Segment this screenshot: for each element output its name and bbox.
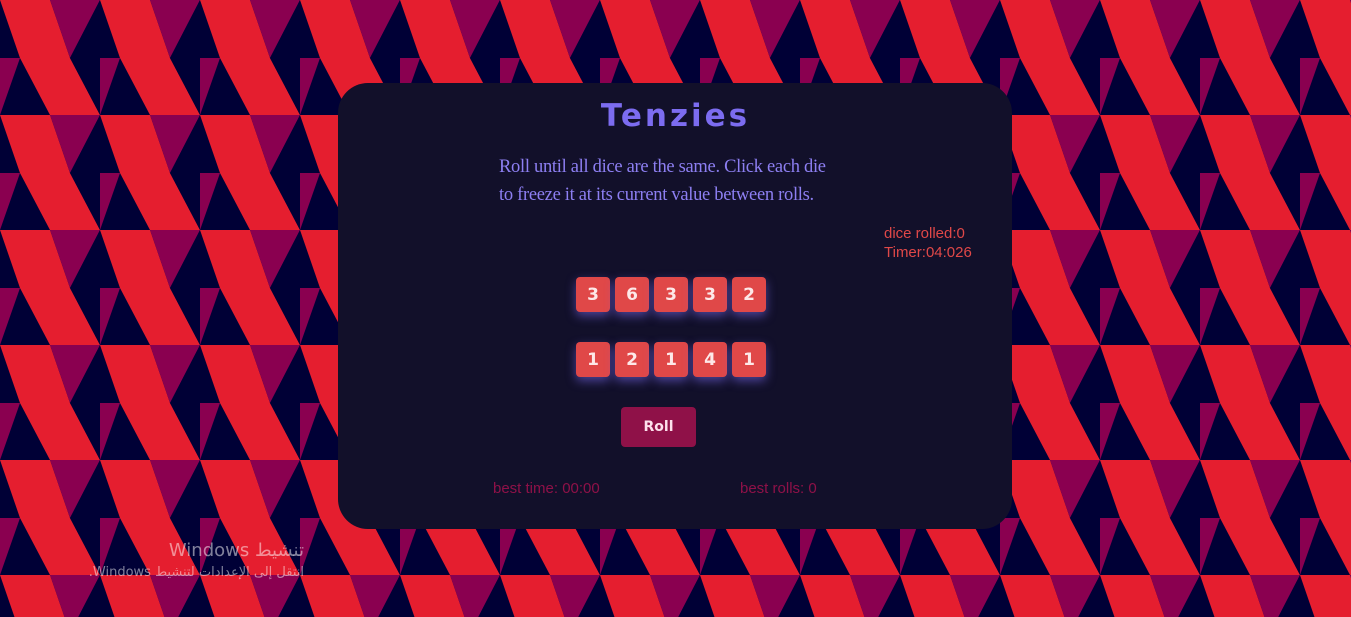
- instructions-text: Roll until all dice are the same. Click …: [499, 157, 826, 205]
- die[interactable]: 4: [693, 342, 727, 377]
- windows-activation-title: تنشيط Windows: [168, 540, 304, 561]
- roll-button[interactable]: Roll: [621, 407, 696, 447]
- die[interactable]: 2: [615, 342, 649, 377]
- stats-panel: dice rolled:0 Timer:04:026: [884, 224, 972, 262]
- die[interactable]: 2: [732, 277, 766, 312]
- die[interactable]: 1: [732, 342, 766, 377]
- windows-activation-subtitle: انتقل إلى الإعدادات لتنشيط Windows.: [88, 565, 304, 580]
- die[interactable]: 3: [654, 277, 688, 312]
- die[interactable]: 6: [615, 277, 649, 312]
- dice-rolled-counter: dice rolled:0: [884, 225, 965, 242]
- die[interactable]: 1: [654, 342, 688, 377]
- die[interactable]: 1: [576, 342, 610, 377]
- timer-display: Timer:04:026: [884, 244, 972, 261]
- page-title: Tenzies: [600, 98, 751, 134]
- best-rolls: best rolls: 0: [740, 480, 817, 497]
- dice-row-top: 3 6 3 3 2: [576, 277, 766, 312]
- dice-row-bottom: 1 2 1 4 1: [576, 342, 766, 377]
- die[interactable]: 3: [576, 277, 610, 312]
- die[interactable]: 3: [693, 277, 727, 312]
- best-time: best time: 00:00: [493, 480, 600, 497]
